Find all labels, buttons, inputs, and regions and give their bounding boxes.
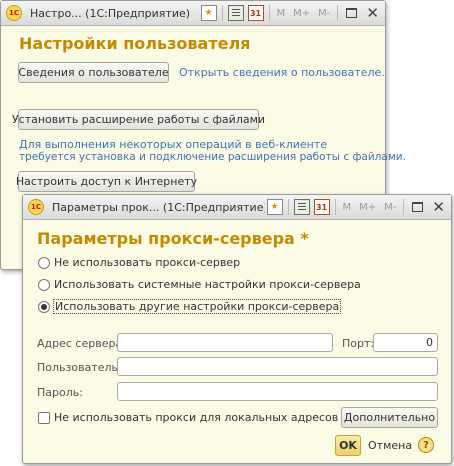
radio-system-proxy-label[interactable]: Использовать системные настройки прокси-… xyxy=(54,278,361,291)
close-icon[interactable]: ✕ xyxy=(366,5,379,21)
calculator-icon[interactable] xyxy=(227,5,244,21)
cancel-button[interactable]: Отмена xyxy=(368,439,412,452)
server-address-input[interactable] xyxy=(117,333,333,352)
title-bar[interactable]: 1С Настро... (1С:Предприятие) ★ 31 M M+ … xyxy=(1,1,385,26)
toolbar-separator xyxy=(268,5,270,21)
password-input[interactable] xyxy=(117,382,438,401)
memory-minus-button[interactable]: M- xyxy=(384,202,396,213)
1c-logo-icon[interactable]: 1С xyxy=(28,199,44,215)
calendar-icon[interactable]: 31 xyxy=(313,199,330,215)
maximize-icon[interactable] xyxy=(412,202,424,212)
title-bar[interactable]: 1С Параметры прок... (1С:Предприятие) ★ … xyxy=(23,195,451,220)
toolbar-separator xyxy=(334,199,336,215)
bypass-local-checkbox[interactable] xyxy=(38,412,50,424)
install-file-extension-button[interactable]: Установить расширение работы с файлами xyxy=(12,109,265,130)
password-label: Пароль: xyxy=(37,386,83,399)
radio-no-proxy[interactable] xyxy=(38,257,50,269)
memory-plus-button[interactable]: M+ xyxy=(359,202,376,213)
memory-minus-button[interactable]: M- xyxy=(318,8,330,19)
memory-plus-button[interactable]: M+ xyxy=(293,8,310,19)
extension-info-line-2: требуется установка и подключение расшир… xyxy=(19,151,406,163)
radio-system-proxy[interactable] xyxy=(38,279,50,291)
proxy-settings-window: 1С Параметры прок... (1С:Предприятие) ★ … xyxy=(22,194,452,464)
port-input[interactable]: 0 xyxy=(373,333,438,352)
calculator-icon[interactable] xyxy=(293,199,310,215)
user-input[interactable] xyxy=(117,357,438,376)
port-label: Порт: xyxy=(342,337,375,350)
user-label: Пользователь: xyxy=(37,361,122,374)
bypass-local-label[interactable]: Не использовать прокси для локальных адр… xyxy=(54,411,338,424)
window-title: Настро... (1С:Предприятие) xyxy=(30,6,191,20)
dialog-title: Параметры прокси-сервера * xyxy=(37,229,309,248)
toolbar-separator xyxy=(287,199,289,215)
ok-button[interactable]: OK xyxy=(335,435,361,456)
toolbar-separator xyxy=(221,5,223,21)
internet-access-button[interactable]: Настроить доступ к Интернету xyxy=(16,171,197,192)
radio-custom-proxy[interactable] xyxy=(38,301,50,313)
toolbar-separator xyxy=(337,5,339,21)
user-info-button[interactable]: Сведения о пользователе xyxy=(18,62,169,83)
1c-logo-icon[interactable]: 1С xyxy=(6,5,22,21)
favorite-icon[interactable]: ★ xyxy=(266,199,283,215)
toolbar-separator xyxy=(403,199,405,215)
radio-no-proxy-label[interactable]: Не использовать прокси-сервер xyxy=(54,256,240,269)
page-title: Настройки пользователя xyxy=(19,34,251,53)
additional-button[interactable]: Дополнительно xyxy=(341,407,438,428)
user-info-link[interactable]: Открыть сведения о пользователе. xyxy=(179,66,385,79)
calendar-icon[interactable]: 31 xyxy=(247,5,264,21)
window-title: Параметры прок... (1С:Предприятие) xyxy=(52,200,265,214)
favorite-icon[interactable]: ★ xyxy=(200,5,217,21)
memory-button[interactable]: M xyxy=(343,202,352,213)
close-icon[interactable]: ✕ xyxy=(432,199,445,215)
memory-button[interactable]: M xyxy=(277,8,286,19)
radio-custom-proxy-label[interactable]: Использовать другие настройки прокси-сер… xyxy=(53,299,342,314)
help-icon[interactable]: ? xyxy=(418,437,434,453)
extension-info-line-1: Для выполнения некоторых операций в веб-… xyxy=(19,138,328,151)
maximize-icon[interactable] xyxy=(346,8,358,18)
server-address-label: Адрес сервера: xyxy=(37,337,126,350)
